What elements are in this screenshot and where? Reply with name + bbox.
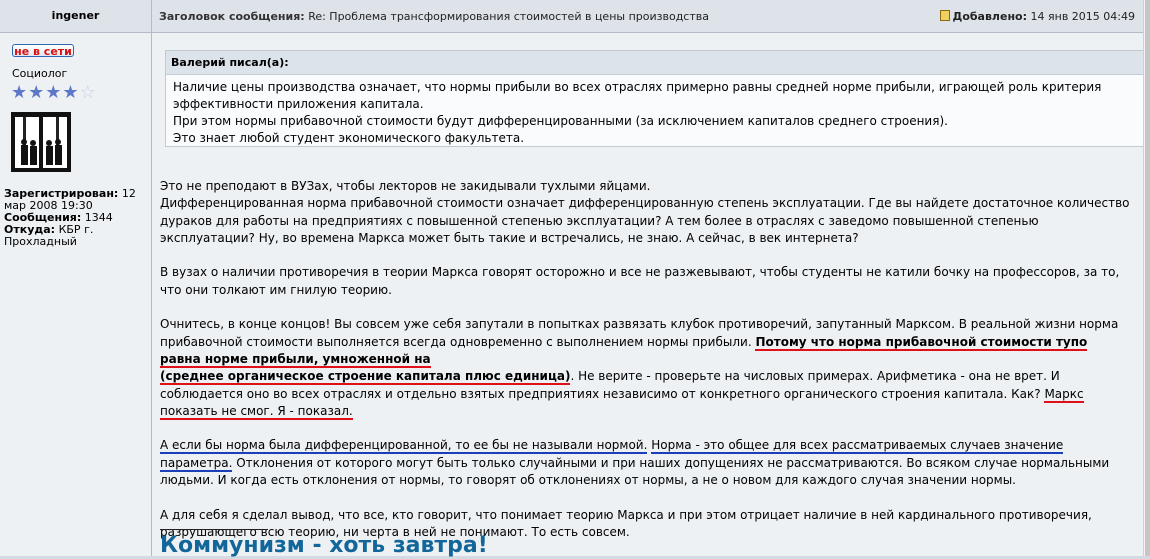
document-icon[interactable] — [939, 10, 950, 21]
scrollbar[interactable] — [1143, 0, 1150, 556]
quote-line: Это знает любой студент экономического ф… — [173, 131, 525, 145]
author-profile: не в сети Социолог ★★★★☆ Зарегистрирован… — [0, 33, 152, 556]
quote-line: Наличие цены производства означает, что … — [173, 80, 1102, 111]
post-body: Это не преподают в ВУЗах, чтобы лекторов… — [160, 178, 1132, 559]
underlined-text: А если бы норма была дифференцированной,… — [160, 438, 648, 455]
star-icon: ★ — [28, 82, 46, 103]
user-rank: Социолог — [12, 67, 68, 80]
registered-line: Зарегистрирован: 12 мар 2008 19:30 — [4, 188, 150, 212]
posted-label: Добавлено: — [952, 10, 1028, 23]
post-date: Добавлено: 14 янв 2015 04:49 — [939, 10, 1135, 23]
post-subject: Заголовок сообщения: Re: Проблема трансф… — [159, 10, 709, 23]
quote-text: Наличие цены производства означает, что … — [166, 75, 1150, 147]
subject-label: Заголовок сообщения: — [159, 10, 305, 23]
offline-status-button[interactable]: не в сети — [12, 44, 74, 58]
star-icon: ★ — [11, 82, 29, 103]
star-icon: ☆ — [79, 82, 97, 103]
signature: Коммунизм - хоть завтра! — [160, 533, 488, 558]
quote-author: Валерий писал(а): — [166, 51, 1150, 75]
paragraph: А если бы норма была дифференцированной,… — [160, 437, 1132, 489]
author-name[interactable]: ingener — [0, 0, 152, 32]
underlined-bold-text: (среднее органическое строение капитала … — [160, 369, 571, 386]
post-header: ingener Заголовок сообщения: Re: Проблем… — [0, 0, 1143, 33]
profile-info: Зарегистрирован: 12 мар 2008 19:30 Сообщ… — [4, 188, 150, 248]
star-icon: ★ — [45, 82, 63, 103]
location-line: Откуда: КБР г. Прохладный — [4, 224, 150, 248]
quote-block: Валерий писал(а): Наличие цены производс… — [165, 50, 1150, 147]
paragraph-text: Это не преподают в ВУЗах, чтобы лекторов… — [160, 179, 651, 193]
post-content: Валерий писал(а): Наличие цены производс… — [152, 33, 1150, 559]
forum-post: ingener Заголовок сообщения: Re: Проблем… — [0, 0, 1150, 559]
avatar — [11, 112, 71, 172]
paragraph-text: Дифференцированная норма прибавочной сто… — [160, 196, 1130, 245]
star-icon: ★ — [62, 82, 80, 103]
paragraph: В вузах о наличии противоречия в теории … — [160, 265, 1120, 297]
scrollbar-thumb[interactable] — [1145, 0, 1150, 556]
subject-text: Re: Проблема трансформирования стоимосте… — [308, 10, 709, 23]
quote-line: При этом нормы прибавочной стоимости буд… — [173, 114, 948, 128]
paragraph-text: Отклонения от которого могут быть только… — [160, 455, 1110, 488]
posted-date: 14 янв 2015 04:49 — [1030, 10, 1135, 23]
paragraph: Это не преподают в ВУЗах, чтобы лекторов… — [160, 178, 1132, 247]
paragraph: Очнитесь, в конце концов! Вы совсем уже … — [160, 316, 1132, 420]
rank-stars: ★★★★☆ — [11, 83, 97, 103]
signature-divider — [160, 529, 268, 530]
